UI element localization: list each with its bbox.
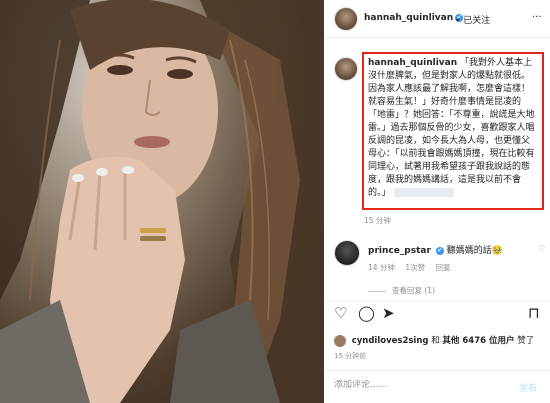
post-header: hannah_quinlivan ✔ • 已关注 ··· <box>324 0 550 38</box>
portrait-image <box>0 0 324 403</box>
caption-username[interactable]: hannah_quinlivan <box>368 58 457 68</box>
add-comment-bar: 发布 <box>324 370 550 403</box>
comment-like-icon[interactable]: ♡ <box>538 244 545 253</box>
verified-badge-icon: ✔ <box>435 246 444 255</box>
caption-highlight-box: hannah_quinlivan 「我對外人基本上沒什麼脾氣，但是對家人的爆點就… <box>362 52 544 210</box>
post-details-panel: hannah_quinlivan ✔ • 已关注 ··· hannah_quinl… <box>324 0 550 403</box>
like-heart-icon[interactable]: ♡ <box>334 305 347 321</box>
add-comment-input[interactable] <box>334 380 484 390</box>
more-options-icon[interactable]: ··· <box>532 12 542 23</box>
post-photo <box>0 0 324 403</box>
share-send-icon[interactable]: ➤ <box>382 305 395 321</box>
comment-time: 14 分钟 <box>368 263 395 272</box>
follow-status[interactable]: • 已关注 <box>455 13 490 26</box>
bookmark-icon[interactable]: ⊓ <box>528 305 540 321</box>
caption-body: 「我對外人基本上沒什麼脾氣，但是對家人的爆點就很低。因為家人應該最了解我啊，怎麼… <box>368 58 535 198</box>
view-replies-link[interactable]: 查看回复 (1) <box>368 285 435 296</box>
view-replies-label[interactable]: 查看回复 (1) <box>392 286 435 295</box>
author-username-text[interactable]: hannah_quinlivan <box>364 13 453 23</box>
comment-reply-link[interactable]: 回复 <box>436 263 451 272</box>
post-timestamp: 15 分钟前 <box>334 352 367 360</box>
separator-dot: • <box>455 16 461 26</box>
commenter-username[interactable]: prince_pstar <box>368 246 431 256</box>
likes-others[interactable]: 其他 6476 位用户 <box>442 336 514 346</box>
author-avatar[interactable] <box>334 7 358 31</box>
comment-meta: 14 分钟 1次赞 回复 <box>368 262 459 273</box>
caption-text: hannah_quinlivan 「我對外人基本上沒什麼脾氣，但是對家人的爆點就… <box>368 57 538 200</box>
liker-username[interactable]: cyndiloves2sing <box>352 336 429 346</box>
emoji-icon: 🥹 <box>491 246 503 256</box>
comment-likes[interactable]: 1次赞 <box>405 263 425 272</box>
comment-text: 聽媽媽的話 <box>446 246 492 256</box>
author-username[interactable]: hannah_quinlivan ✔ <box>364 13 464 23</box>
caption-avatar[interactable] <box>334 57 358 81</box>
likes-summary: cyndiloves2sing 和 其他 6476 位用户 赞了 <box>334 334 534 347</box>
comment: prince_pstar ✔ 聽媽媽的話🥹 <box>368 243 503 256</box>
follow-status-label[interactable]: 已关注 <box>463 16 490 26</box>
caption-time: 15 分钟 <box>364 216 391 225</box>
commenter-avatar[interactable] <box>334 240 360 266</box>
likes-and: 和 <box>431 336 440 346</box>
blurred-text <box>393 188 454 197</box>
post-comment-button[interactable]: 发布 <box>519 381 537 394</box>
liker-avatar[interactable] <box>334 334 346 347</box>
replies-divider <box>368 290 386 292</box>
comment-bubble-icon[interactable]: ◯ <box>358 305 375 321</box>
action-bar: ♡ ◯ ➤ ⊓ <box>324 300 550 326</box>
likes-suffix: 赞了 <box>517 336 535 346</box>
